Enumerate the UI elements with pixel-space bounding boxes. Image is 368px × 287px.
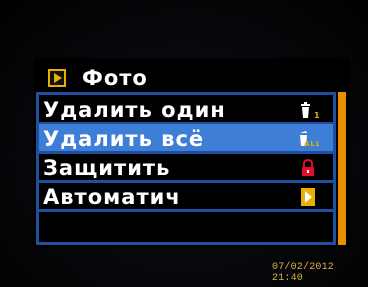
delete-all-icon-text: ALL (304, 140, 319, 148)
menu-item-label: Удалить один (43, 97, 226, 122)
menu-scrollbar[interactable] (338, 92, 346, 245)
delete-one-icon-text: 1 (314, 111, 319, 119)
timestamp: 07/02/2012 21:40 (272, 262, 335, 284)
menu-item-delete-all[interactable]: Удалить всё ALL (39, 124, 333, 153)
photo-mode-icon (48, 69, 66, 87)
delete-one-icon: 1 (301, 102, 319, 119)
menu-header: Фото (48, 66, 148, 90)
menu-title: Фото (82, 66, 148, 90)
menu-list: Удалить один 1 Удалить всё ALL Защитить (36, 92, 336, 245)
menu-item-auto[interactable]: Автоматич (39, 182, 333, 211)
menu-item-label: Защитить (43, 155, 171, 180)
delete-all-icon: ALL (300, 131, 319, 148)
menu-item-label: Удалить всё (43, 126, 205, 151)
camera-screen: Фото Удалить один 1 Удалить всё ALL Защи… (34, 58, 350, 248)
menu-item-label: Автоматич (43, 184, 181, 209)
menu-item-protect[interactable]: Защитить (39, 153, 333, 182)
menu-item-delete-one[interactable]: Удалить один 1 (39, 95, 333, 124)
lock-icon (302, 159, 314, 176)
play-arrow-icon (301, 188, 315, 206)
menu-divider (39, 209, 333, 212)
